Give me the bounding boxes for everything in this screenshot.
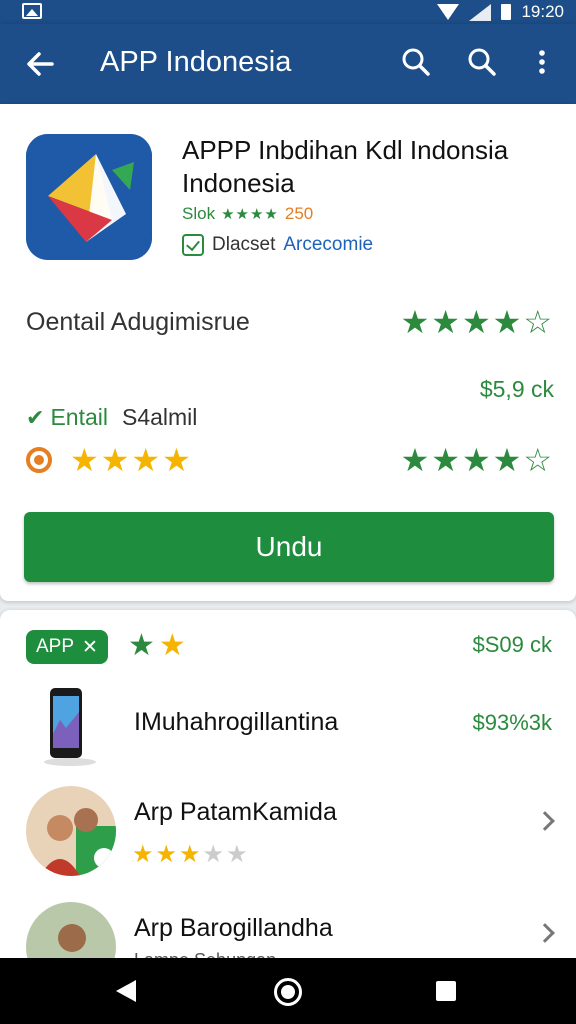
badge-text: Dlacset [212,234,276,255]
app-chip[interactable]: APP ✕ [26,630,108,664]
list-item-stars: ★★★★★ [132,841,250,868]
app-badge: Dlacset Arcecomie [182,234,373,256]
chevron-right-icon[interactable] [535,811,555,831]
entail-row: ✔ Entail S4almil $5,9 ck [26,376,554,431]
wifi-icon [437,4,460,20]
phone-icon [44,688,96,766]
battery-icon [501,4,512,20]
list-item-title: IMuhahrogillantina [134,708,339,736]
rating-stars: ★★★★☆ [400,442,554,478]
page-title: APP Indonesia [100,46,292,78]
tools-icon: ✕ [82,636,98,658]
checkbox-icon [182,234,204,256]
app-meta: Slok ★★★★ 250 [182,204,313,224]
status-time: 19:20 [521,2,564,21]
entail-info: ✔ Entail S4almil [26,404,197,431]
app-name: APPP Inbdihan Kdl Indonsia Indonesia [182,135,509,198]
list-item-title: Arp Barogillandha [134,914,333,942]
search-icon[interactable] [464,44,500,80]
gold-stars: ★★★★ [70,442,193,478]
search-icon[interactable] [398,44,434,80]
more-vert-icon[interactable] [524,44,560,80]
developer-link[interactable]: Arcecomie [283,234,373,256]
app-bar: APP Indonesia [0,24,576,104]
rating-count: 250 [284,204,314,223]
price-label: $5,9 ck [479,376,554,402]
rating-label: Oentail Adugimisrue [26,307,250,336]
related-apps-card: APP ✕ ★★ $S09 ck IMuhahrogillantina $93%… [0,610,576,992]
chevron-right-icon[interactable] [535,923,555,943]
app-logo-icon [26,134,152,260]
chip-price: $S09 ck [472,632,553,657]
gallery-icon [22,3,42,19]
entail-value: S4almil [121,404,198,430]
meta-stars: ★★★★ [221,206,279,223]
status-right: 19:20 [437,2,564,22]
install-button[interactable]: Undu [24,512,554,582]
list-item-title: Arp PatamKamida [134,798,337,826]
status-bar: 19:20 [0,0,576,24]
entail-label: Entail [50,404,108,430]
list-item[interactable]: IMuhahrogillantina $93%3k [0,680,576,780]
nav-recents-icon[interactable] [436,981,456,1001]
avatar [26,786,116,876]
list-item[interactable]: Arp PatamKamida ★★★★★ [0,784,576,884]
signal-icon [469,3,492,21]
rating-stars: ★★★★☆ [400,304,554,340]
check-icon: ✔ [26,404,45,430]
medal-icon [26,447,52,473]
meta-label: Slok [182,204,216,223]
back-arrow-icon[interactable] [22,46,58,82]
list-item-price: $93%3k [472,710,552,735]
chip-label: APP [36,636,75,657]
app-detail-card: APPP Inbdihan Kdl Indonsia Indonesia Slo… [0,104,576,601]
chip-stars: ★★ [128,629,190,662]
nav-back-icon[interactable] [116,980,136,1002]
nav-home-icon[interactable] [274,978,302,1006]
rating-row-overall: Oentail Adugimisrue ★★★★☆ [26,306,554,338]
system-nav-bar [0,958,576,1024]
rating-row-secondary: ★★★★ ★★★★☆ [26,444,554,476]
